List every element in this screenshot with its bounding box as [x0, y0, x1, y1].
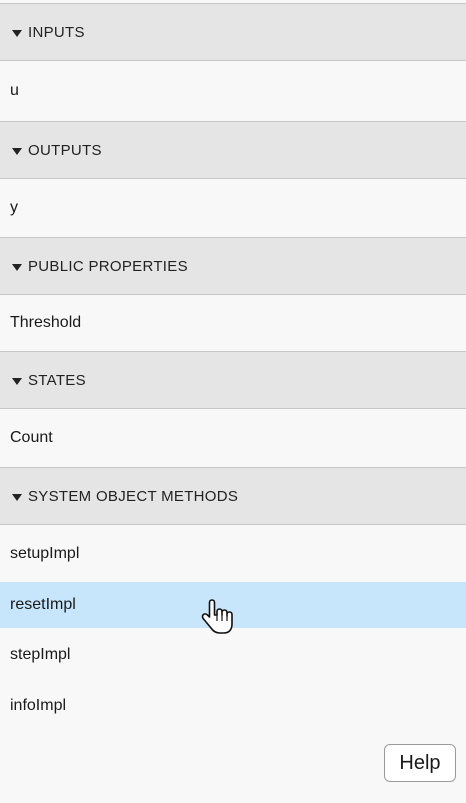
- section-header-label: INPUTS: [28, 23, 85, 41]
- list-item-label: Threshold: [10, 314, 82, 331]
- section-header-label: SYSTEM OBJECT METHODS: [28, 487, 239, 505]
- list-item-y[interactable]: y: [0, 179, 466, 237]
- section-header-inputs[interactable]: INPUTS: [0, 3, 466, 61]
- list-item-label: infoImpl: [10, 697, 67, 714]
- list-item-u[interactable]: u: [0, 61, 466, 121]
- list-item-label: stepImpl: [10, 646, 71, 663]
- list-item-label: Count: [10, 429, 53, 446]
- list-item-threshold[interactable]: Threshold: [0, 295, 466, 351]
- help-button[interactable]: Help: [384, 744, 456, 782]
- help-button-label: Help: [399, 751, 441, 774]
- section-header-label: OUTPUTS: [28, 141, 102, 159]
- list-item-infoimpl[interactable]: infoImpl: [0, 682, 466, 730]
- section-header-label: PUBLIC PROPERTIES: [28, 257, 188, 275]
- list-item-label: u: [10, 82, 19, 99]
- list-item-label: setupImpl: [10, 544, 80, 562]
- section-header-outputs[interactable]: OUTPUTS: [0, 121, 466, 179]
- caret-down-icon: [12, 29, 22, 37]
- list-item-label: y: [10, 199, 18, 216]
- section-header-system-object-methods[interactable]: SYSTEM OBJECT METHODS: [0, 467, 466, 525]
- caret-down-icon: [12, 377, 22, 385]
- caret-down-icon: [12, 493, 22, 501]
- section-header-label: STATES: [28, 371, 86, 389]
- list-item-label: resetImpl: [10, 596, 76, 613]
- list-item-setupimpl[interactable]: setupImpl: [0, 525, 466, 582]
- section-header-states[interactable]: STATES: [0, 351, 466, 409]
- hand-pointer-icon: [201, 599, 233, 634]
- caret-down-icon: [12, 263, 22, 271]
- list-item-count[interactable]: Count: [0, 409, 466, 467]
- section-header-public-properties[interactable]: PUBLIC PROPERTIES: [0, 237, 466, 295]
- caret-down-icon: [12, 147, 22, 155]
- system-object-panel: INPUTS u OUTPUTS y PUBLIC PROPERTIES Thr…: [0, 0, 466, 803]
